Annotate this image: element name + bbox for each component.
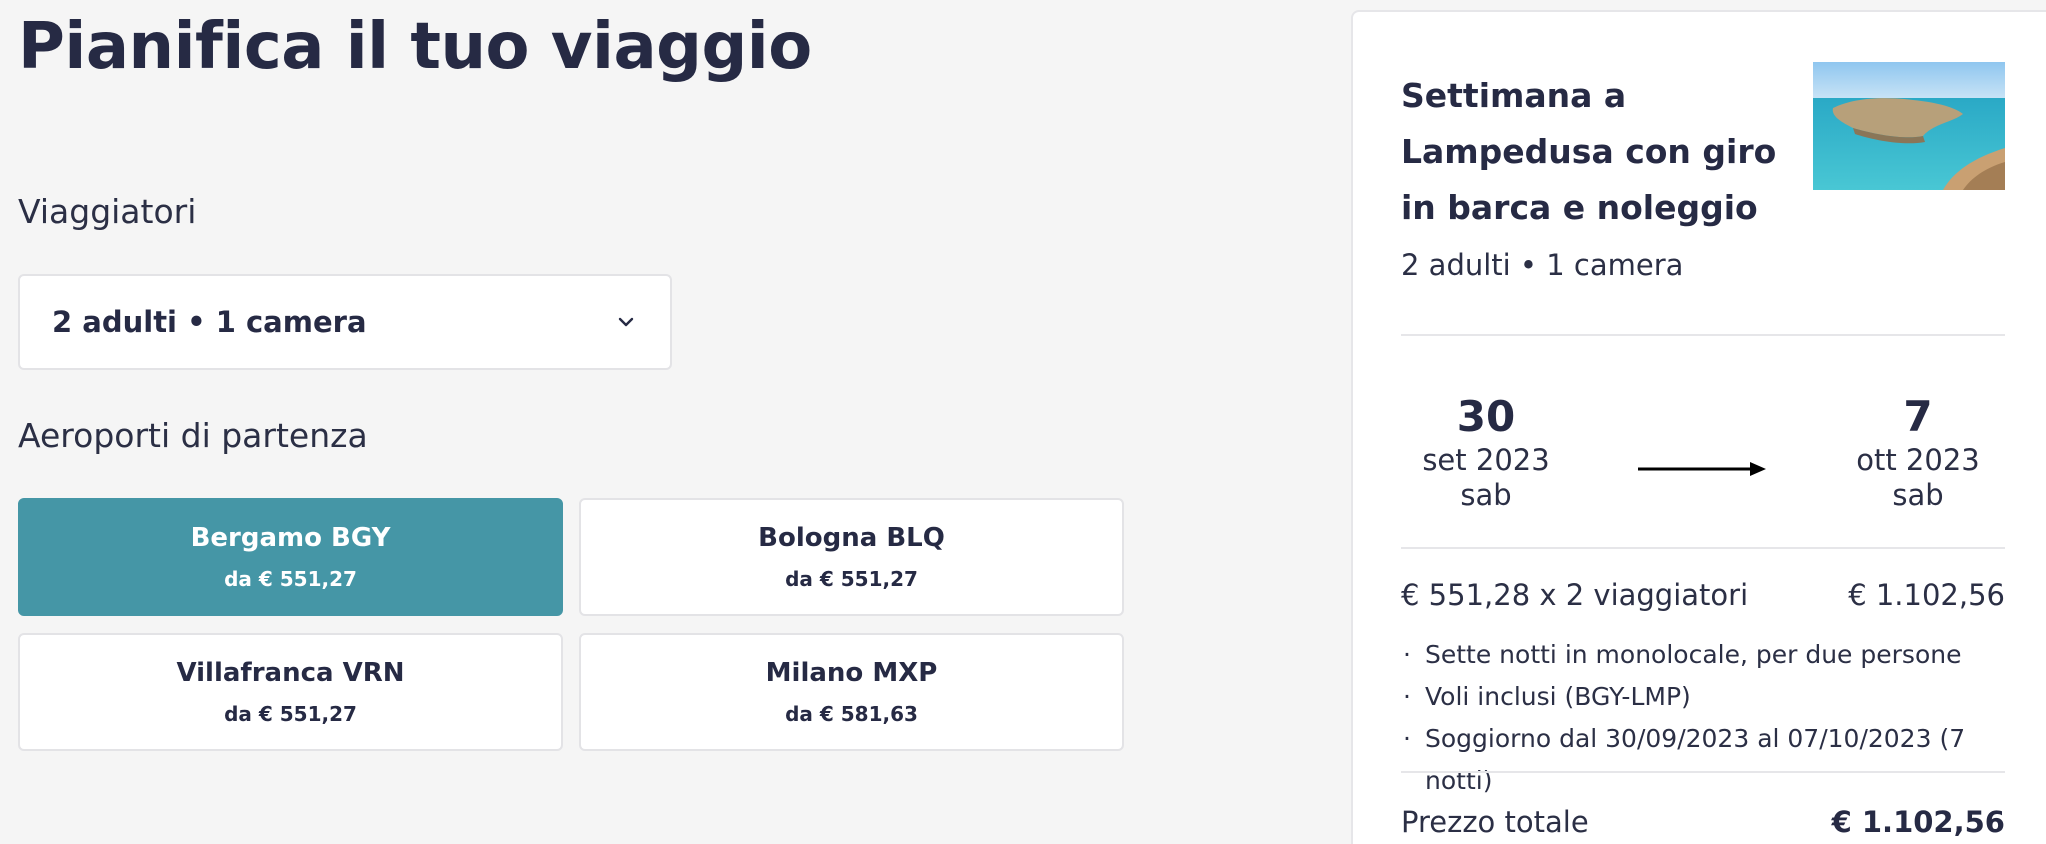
arrow-right-icon <box>1638 459 1768 479</box>
end-date: 7 ott 2023 sab <box>1848 392 1988 512</box>
start-weekday: sab <box>1460 478 1512 512</box>
trip-summary-card: Settimana a Lampedusa con giro in barca … <box>1351 10 2046 844</box>
list-item: Soggiorno dal 30/09/2023 al 07/10/2023 (… <box>1401 718 2005 802</box>
airport-name: Bergamo BGY <box>190 523 391 553</box>
start-day: 30 <box>1456 392 1516 441</box>
list-item: Voli inclusi (BGY-LMP) <box>1401 676 2005 718</box>
airport-option-blq[interactable]: Bologna BLQ da € 551,27 <box>579 498 1124 616</box>
chevron-down-icon <box>614 310 638 334</box>
divider <box>1401 771 2005 773</box>
total-price-value: € 1.102,56 <box>1831 805 2005 839</box>
trip-thumbnail <box>1813 62 2005 190</box>
airports-label: Aeroporti di partenza <box>18 416 368 455</box>
start-date: 30 set 2023 sab <box>1416 392 1556 512</box>
airport-name: Bologna BLQ <box>758 523 945 553</box>
page-title: Pianifica il tuo viaggio <box>18 10 812 84</box>
airport-price: da € 581,63 <box>785 702 918 726</box>
total-price-row: Prezzo totale € 1.102,56 <box>1401 805 2005 839</box>
airport-option-mxp[interactable]: Milano MXP da € 581,63 <box>579 633 1124 751</box>
price-per-traveller-label: € 551,28 x 2 viaggiatori <box>1401 578 1749 612</box>
airport-price: da € 551,27 <box>785 567 918 591</box>
end-day: 7 <box>1903 392 1933 441</box>
total-price-label: Prezzo totale <box>1401 805 1589 839</box>
divider <box>1401 334 2005 336</box>
list-item: Sette notti in monolocale, per due perso… <box>1401 634 2005 676</box>
travellers-select[interactable]: 2 adulti • 1 camera <box>18 274 672 370</box>
trip-travellers: 2 adulti • 1 camera <box>1401 248 1684 282</box>
start-month: set 2023 <box>1422 443 1550 477</box>
price-per-traveller-value: € 1.102,56 <box>1848 578 2005 612</box>
trip-details-list: Sette notti in monolocale, per due perso… <box>1401 634 2005 802</box>
travellers-select-value: 2 adulti • 1 camera <box>52 305 367 339</box>
airport-options: Bergamo BGY da € 551,27 Bologna BLQ da €… <box>18 498 1124 751</box>
airport-name: Villafranca VRN <box>176 658 405 688</box>
airport-name: Milano MXP <box>765 658 938 688</box>
trip-title: Settimana a Lampedusa con giro in barca … <box>1401 76 1777 227</box>
airport-price: da € 551,27 <box>224 702 357 726</box>
end-month: ott 2023 <box>1856 443 1980 477</box>
price-per-traveller-row: € 551,28 x 2 viaggiatori € 1.102,56 <box>1401 578 2005 612</box>
divider <box>1401 547 2005 549</box>
end-weekday: sab <box>1892 478 1944 512</box>
travellers-label: Viaggiatori <box>18 192 197 231</box>
airport-option-bgy[interactable]: Bergamo BGY da € 551,27 <box>18 498 563 616</box>
airport-option-vrn[interactable]: Villafranca VRN da € 551,27 <box>18 633 563 751</box>
airport-price: da € 551,27 <box>224 567 357 591</box>
